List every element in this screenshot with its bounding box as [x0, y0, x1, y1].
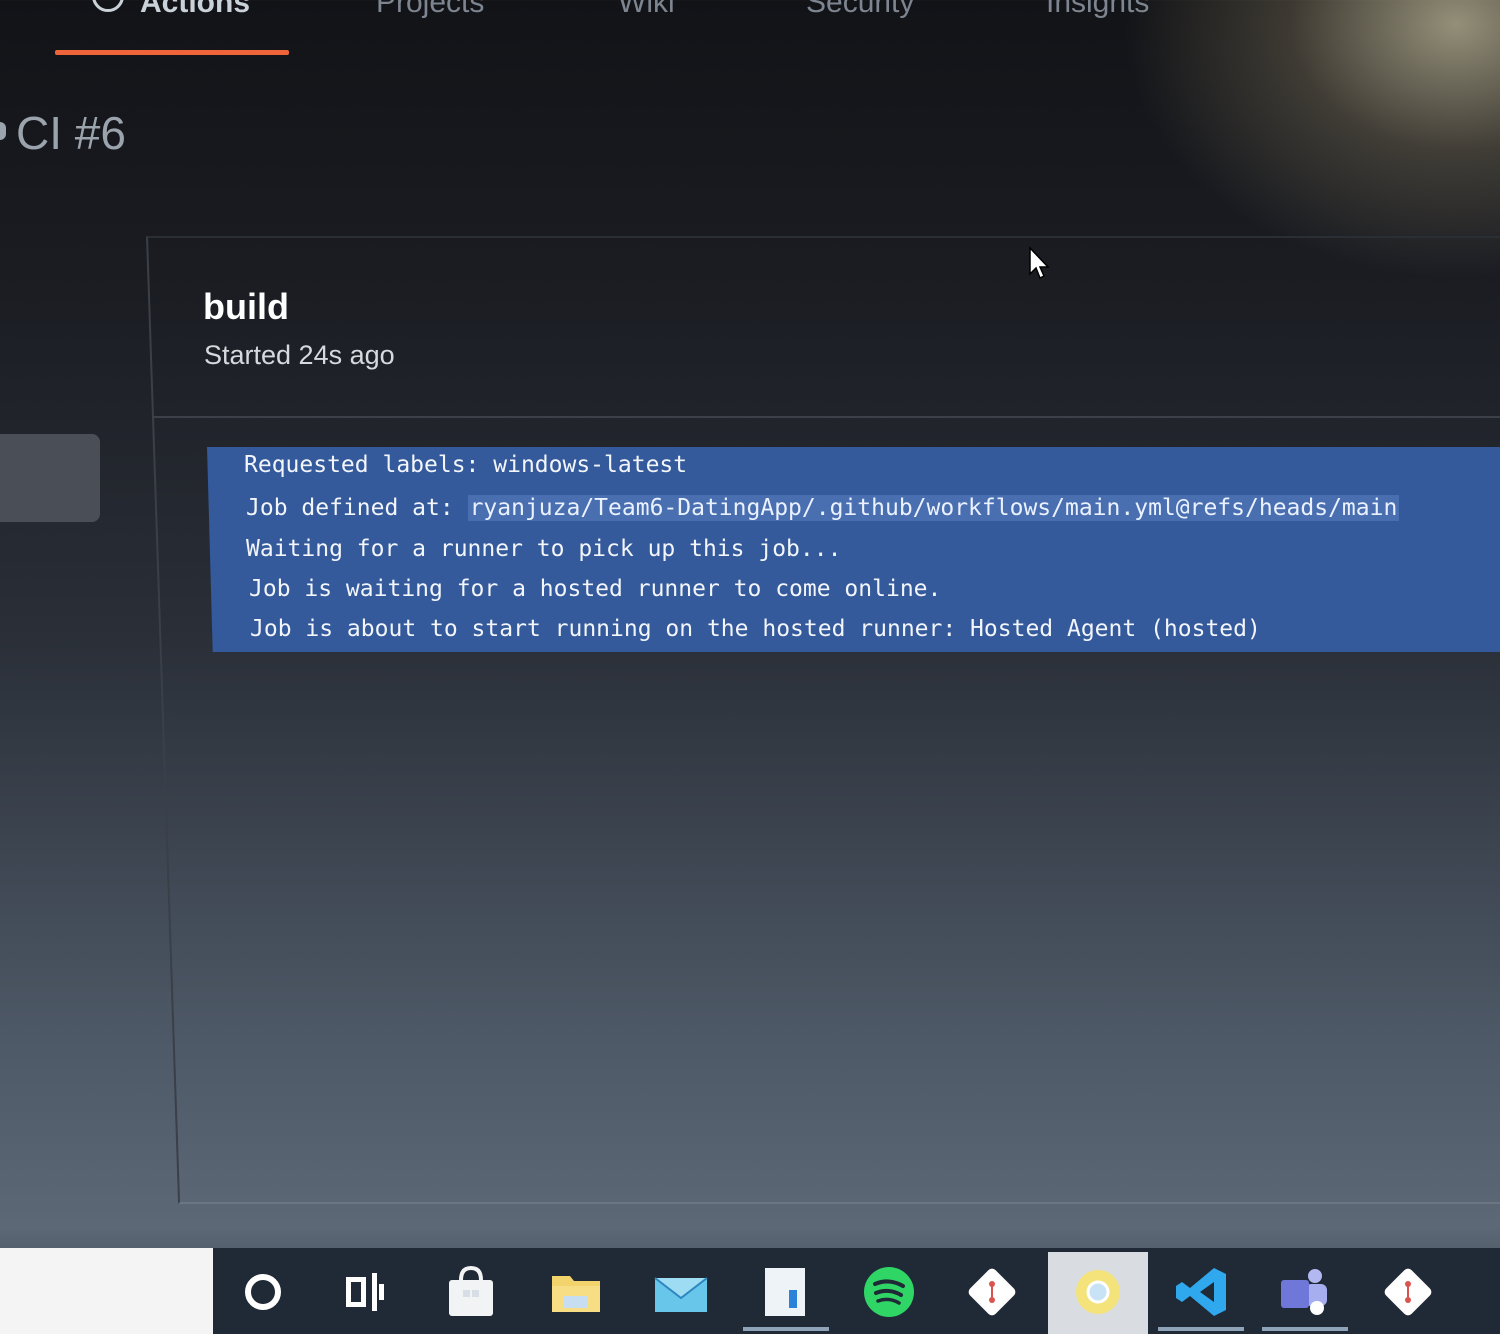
git-bash-icon[interactable] — [1378, 1262, 1438, 1322]
spotify-icon[interactable] — [859, 1262, 919, 1322]
run-status-icon — [0, 122, 6, 140]
teams-icon[interactable] — [1275, 1262, 1335, 1322]
log-line[interactable]: Job defined at: ryanjuza/Team6-DatingApp… — [246, 495, 1400, 521]
taskbar-search-box[interactable] — [0, 1248, 213, 1334]
job-panel — [146, 236, 1500, 1204]
tab-actions[interactable]: Actions — [140, 0, 250, 20]
job-status: Started 24s ago — [204, 340, 395, 370]
tab-wiki[interactable]: Wiki — [618, 0, 675, 20]
git-icon[interactable] — [962, 1262, 1022, 1322]
file-explorer-icon[interactable] — [546, 1262, 606, 1322]
log-line[interactable]: Waiting for a runner to pick up this job… — [246, 536, 841, 562]
chrome-icon[interactable] — [1068, 1262, 1128, 1322]
log-line-prefix: Job defined at: — [246, 495, 468, 521]
job-name: build — [203, 286, 289, 327]
sidebar-job-item[interactable] — [0, 434, 100, 522]
active-app-indicator — [743, 1327, 829, 1331]
log-line[interactable]: Job is about to start running on the hos… — [250, 616, 1261, 642]
notepad-icon[interactable] — [755, 1262, 815, 1322]
mail-icon[interactable] — [651, 1262, 711, 1322]
tab-insights[interactable]: Insights — [1046, 0, 1149, 20]
log-line[interactable]: Job is waiting for a hosted runner to co… — [249, 576, 941, 602]
workflow-run-title: CI #6 — [16, 107, 126, 159]
log-line[interactable]: Requested labels: windows-latest — [244, 452, 687, 478]
active-tab-underline — [55, 50, 289, 55]
vscode-icon[interactable] — [1172, 1262, 1232, 1322]
tab-projects[interactable]: Projects — [376, 0, 484, 20]
cortana-icon[interactable] — [233, 1262, 293, 1322]
tab-security[interactable]: Security — [806, 0, 914, 20]
job-header-divider — [152, 416, 1500, 418]
task-view-icon[interactable] — [335, 1262, 395, 1322]
mouse-pointer-icon — [1029, 246, 1050, 280]
workflow-file-link[interactable]: ryanjuza/Team6-DatingApp/.github/workflo… — [467, 495, 1400, 521]
repo-tab-nav: Actions Projects Wiki Security Insights — [0, 0, 1500, 60]
actions-play-icon — [92, 0, 124, 12]
active-app-indicator — [1158, 1327, 1244, 1331]
active-app-indicator — [1262, 1327, 1348, 1331]
store-icon[interactable] — [441, 1262, 501, 1322]
